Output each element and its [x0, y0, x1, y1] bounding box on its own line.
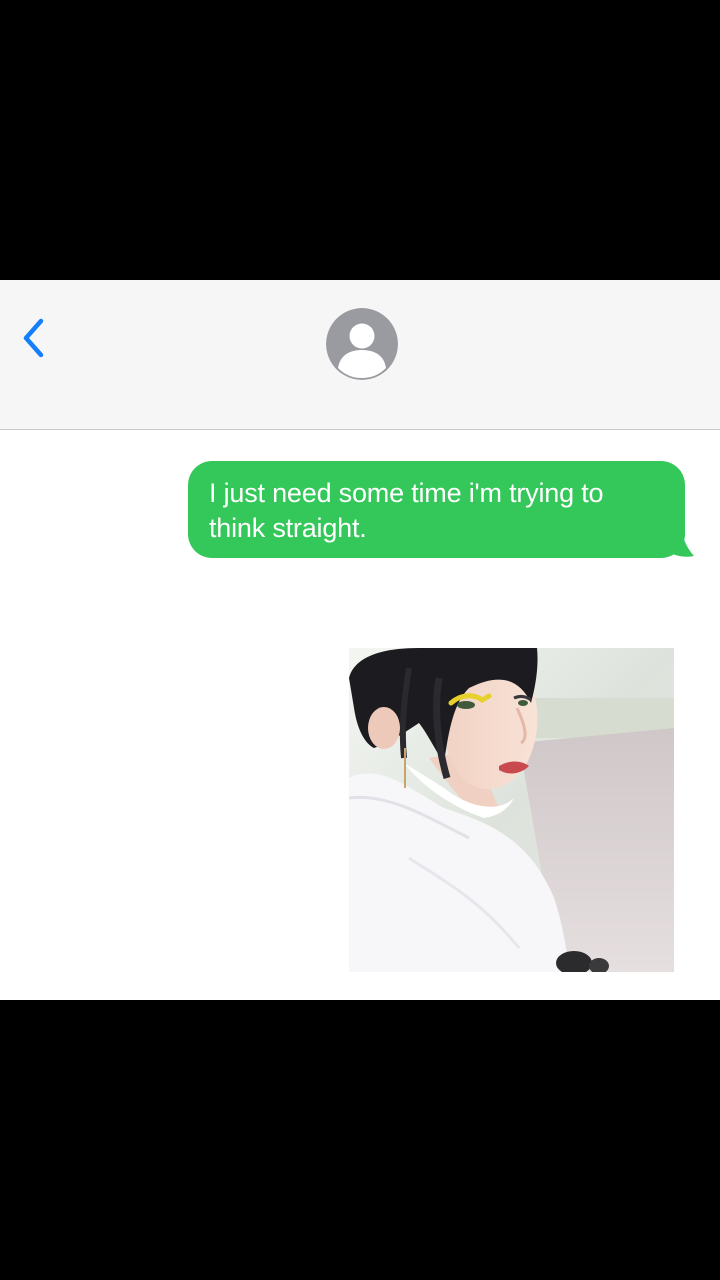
back-button[interactable] [14, 314, 54, 362]
phone-screen: I just need some time i'm trying to thin… [0, 0, 720, 1280]
message-bubble-text: I just need some time i'm trying to thin… [188, 461, 685, 558]
contact-avatar[interactable] [326, 308, 398, 380]
photo-message[interactable] [349, 648, 674, 972]
sent-message[interactable]: I just need some time i'm trying to thin… [188, 461, 694, 561]
top-letterbox [0, 0, 720, 280]
chevron-left-icon [23, 318, 44, 358]
person-icon [326, 308, 398, 380]
bottom-letterbox [0, 1000, 720, 1280]
chat-header [0, 280, 720, 430]
message-list[interactable]: I just need some time i'm trying to thin… [0, 430, 720, 1000]
portrait-photo [349, 648, 674, 972]
